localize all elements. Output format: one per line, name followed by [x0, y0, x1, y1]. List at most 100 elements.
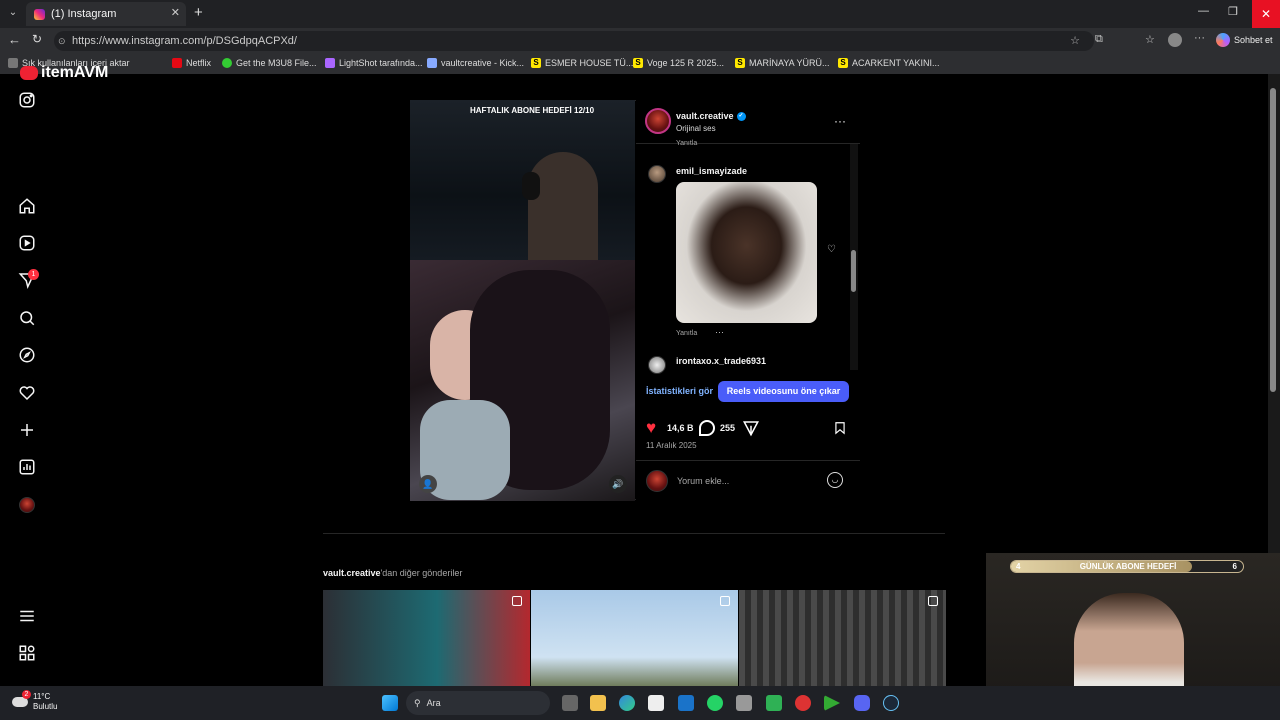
bookmark-m3u8[interactable]: Get the M3U8 File...	[222, 58, 317, 68]
app-icon[interactable]	[736, 695, 752, 711]
post-video-top-half[interactable]: HAFTALIK ABONE HEDEFİ 12/10	[410, 100, 635, 260]
more-post-thumbnail-3[interactable]	[739, 590, 946, 686]
comment1-username[interactable]: emil_ismayizade	[676, 166, 747, 176]
insights-link[interactable]: İstatistikleri gör	[646, 386, 713, 396]
commenter-avatar[interactable]	[648, 165, 666, 183]
comment-image[interactable]	[676, 182, 817, 323]
tab-list-icon[interactable]: ⌄	[6, 7, 20, 21]
comment-icon[interactable]	[699, 420, 715, 436]
new-tab-icon[interactable]: +	[194, 4, 203, 21]
weather-badge: 2	[22, 690, 31, 699]
url-field[interactable]: ⊙ https://www.instagram.com/p/DSGdpqACPX…	[54, 31, 1094, 51]
favorite-star-icon[interactable]: ☆	[1070, 31, 1080, 51]
tab-title: (1) Instagram	[51, 8, 117, 20]
comment-options-icon[interactable]: ···	[715, 327, 724, 337]
taskbar-search[interactable]: ⚲ Ara	[406, 691, 550, 715]
copilot-button[interactable]: Sohbet et	[1216, 33, 1273, 47]
threads-apps-icon[interactable]	[18, 644, 36, 662]
weather-temp: 11°C	[33, 692, 51, 701]
xbox-icon[interactable]	[766, 695, 782, 711]
comment2-username[interactable]: irontaxo.x_trade6931	[676, 356, 766, 366]
favorites-icon[interactable]: ☆	[1145, 33, 1155, 46]
bookmark-voge[interactable]: S Voge 125 R 2025...	[633, 58, 724, 68]
profile-avatar[interactable]	[1168, 33, 1182, 47]
tagged-user-icon[interactable]: 👤	[419, 475, 437, 493]
streamer-figure	[528, 152, 598, 260]
extensions-icon[interactable]: ⧉	[1095, 33, 1103, 46]
app-red-icon[interactable]	[795, 695, 811, 711]
multi-post-icon	[928, 596, 938, 606]
bookmark-kick[interactable]: vaultcreative - Kick...	[427, 58, 524, 68]
post-video-bottom-half[interactable]: 👤 🔊	[410, 260, 635, 501]
close-window-icon[interactable]: ✕	[1252, 0, 1280, 28]
boost-reel-button[interactable]: Reels videosunu öne çıkar	[718, 381, 849, 402]
bookmark-marina[interactable]: S MARİNAYA YÜRÜ...	[735, 58, 830, 68]
minimize-icon[interactable]: —	[1198, 5, 1209, 17]
explore-icon[interactable]	[18, 346, 36, 364]
page-scrollbar-thumb[interactable]	[1270, 88, 1276, 392]
store-icon[interactable]	[648, 695, 664, 711]
itemavm-logo: itemAVM	[20, 64, 108, 82]
search-icon: ⚲	[414, 697, 421, 708]
create-icon[interactable]	[18, 421, 36, 439]
comment-input[interactable]: Yorum ekle...	[677, 476, 729, 486]
weather-widget[interactable]: 11°C Bulutlu	[12, 692, 57, 712]
bookmark-netflix[interactable]: Netflix	[172, 58, 211, 68]
instagram-logo-icon[interactable]	[18, 91, 36, 109]
menu-icon[interactable]	[18, 607, 36, 625]
bookmark-label: ESMER HOUSE TÜ...	[545, 58, 634, 68]
play-icon[interactable]	[824, 695, 840, 711]
comments-scrollbar-thumb[interactable]	[851, 250, 856, 292]
sahibinden-icon: S	[735, 58, 745, 68]
back-icon[interactable]: ←	[8, 32, 21, 47]
browser-tab-instagram[interactable]: (1) Instagram ✕	[26, 2, 186, 26]
header-divider	[636, 143, 860, 144]
bookmark-acarkent[interactable]: S ACARKENT YAKINI...	[838, 58, 940, 68]
share-icon[interactable]	[742, 419, 760, 437]
windows-start-icon[interactable]	[382, 695, 398, 711]
emoji-icon[interactable]: ◡	[827, 472, 843, 488]
more-posts-author[interactable]: vault.creative	[323, 568, 381, 578]
like-heart-icon[interactable]: ♥	[646, 418, 656, 438]
daily-sub-goal-bar: 4 GÜNLÜK ABONE HEDEFİ 6	[1010, 560, 1244, 573]
outlook-icon[interactable]	[678, 695, 694, 711]
heart-icon[interactable]	[18, 384, 36, 402]
more-post-thumbnail-1[interactable]	[323, 590, 530, 686]
more-post-thumbnail-2[interactable]	[531, 590, 738, 686]
edge-icon[interactable]	[619, 695, 635, 711]
dashboard-icon[interactable]	[18, 458, 36, 476]
author-username[interactable]: vault.creative ✓	[676, 111, 746, 121]
section-divider	[323, 533, 945, 534]
audio-label[interactable]: Orijinal ses	[676, 124, 716, 133]
stream-header-text: HAFTALIK ABONE HEDEFİ 12/10	[470, 106, 595, 115]
verified-badge-icon: ✓	[736, 111, 746, 121]
reply-link-top[interactable]: Yanıtla	[676, 140, 697, 147]
file-explorer-icon[interactable]	[590, 695, 606, 711]
task-view-icon[interactable]	[562, 695, 578, 711]
restore-icon[interactable]: ❐	[1228, 5, 1238, 18]
close-tab-icon[interactable]: ✕	[171, 6, 180, 19]
windows-taskbar: 11°C Bulutlu 2 ⚲ Ara	[0, 686, 1280, 720]
profile-avatar-nav[interactable]	[19, 497, 35, 513]
refresh-icon[interactable]: ↻	[32, 32, 42, 46]
post-options-icon[interactable]: ···	[834, 114, 846, 128]
search-icon[interactable]	[18, 309, 36, 327]
volume-icon[interactable]: 🔊	[609, 475, 627, 493]
multi-post-icon	[512, 596, 522, 606]
author-avatar[interactable]	[645, 108, 671, 134]
comment-like-icon[interactable]: ♡	[827, 244, 836, 255]
bookmark-esmer-house[interactable]: S ESMER HOUSE TÜ...	[531, 58, 633, 68]
like-count: 14,6 B	[667, 423, 694, 433]
reels-icon[interactable]	[18, 234, 36, 252]
more-menu-icon[interactable]: ···	[1194, 32, 1205, 44]
whatsapp-icon[interactable]	[707, 695, 723, 711]
commenter2-avatar[interactable]	[648, 356, 666, 374]
bookmark-lightshot[interactable]: LightShot tarafında...	[325, 58, 423, 68]
discord-icon[interactable]	[854, 695, 870, 711]
save-bookmark-icon[interactable]	[833, 420, 847, 436]
home-icon[interactable]	[18, 197, 36, 215]
steam-icon[interactable]	[883, 695, 899, 711]
site-info-icon[interactable]: ⊙	[58, 31, 66, 51]
sahibinden-icon: S	[531, 58, 541, 68]
reply-link[interactable]: Yanıtla	[676, 330, 697, 337]
